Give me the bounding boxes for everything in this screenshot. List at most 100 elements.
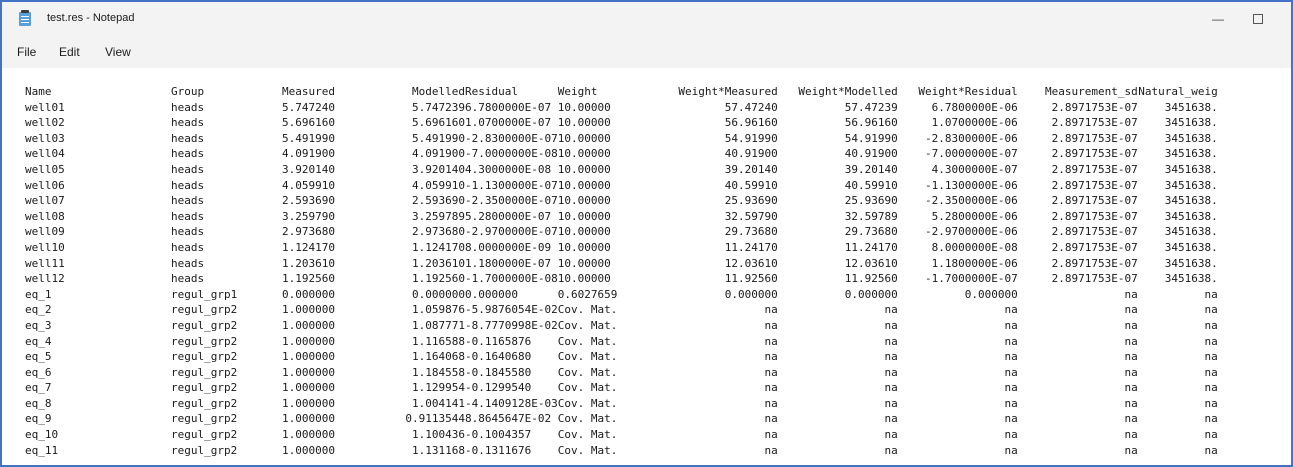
table-cell: heads bbox=[171, 178, 205, 192]
column-header: Weight*Measured bbox=[678, 85, 778, 98]
column-header: Natural_weig bbox=[1138, 85, 1218, 98]
table-cell: na bbox=[1204, 350, 1218, 364]
table-cell: eq_9 bbox=[25, 412, 52, 426]
window-title: test.res - Notepad bbox=[47, 12, 135, 24]
table-cell: 3451638. bbox=[1164, 194, 1218, 208]
table-cell: -1.1300000E-06 bbox=[925, 178, 1018, 192]
table-cell: 5.2800000E-07 bbox=[465, 209, 552, 223]
table-cell: 1.000000 bbox=[282, 396, 335, 410]
table-cell: regul_grp2 bbox=[171, 365, 238, 379]
table-cell: 10.00000 bbox=[557, 272, 611, 286]
menu-file[interactable]: File bbox=[17, 45, 36, 59]
file-content: Name Group Measured Modelled Residual Weight W… bbox=[25, 84, 1218, 458]
table-cell: 8.8645647E-02 bbox=[465, 412, 552, 426]
table-cell: 2.8971753E-07 bbox=[1051, 240, 1138, 254]
table-row: well05 heads 3.920140 3.920140 4.3000000E-08… bbox=[25, 162, 1218, 178]
table-cell: na bbox=[1124, 287, 1138, 301]
table-cell: 1.1800000E-07 bbox=[465, 256, 552, 270]
table-cell: 1.100436 bbox=[412, 428, 465, 442]
table-cell: 25.93690 bbox=[844, 194, 898, 208]
table-cell: na bbox=[1124, 396, 1138, 410]
table-cell: 3451638. bbox=[1164, 272, 1218, 286]
table-cell: 1.131168 bbox=[412, 443, 465, 457]
column-header: Weight*Modelled bbox=[798, 85, 898, 98]
table-cell: na bbox=[1124, 334, 1138, 348]
table-cell: 3451638. bbox=[1164, 240, 1218, 254]
table-cell: -5.9876054E-02 bbox=[465, 303, 558, 317]
table-cell: 11.92560 bbox=[844, 272, 898, 286]
table-cell: heads bbox=[171, 147, 205, 161]
table-cell: na bbox=[764, 412, 778, 426]
table-cell: 1.000000 bbox=[282, 334, 335, 348]
table-cell: 2.8971753E-07 bbox=[1051, 225, 1138, 239]
table-cell: 57.47239 bbox=[844, 100, 898, 114]
table-cell: 10.00000 bbox=[557, 225, 611, 239]
table-cell: heads bbox=[171, 256, 205, 270]
table-cell: 2.973680 bbox=[282, 225, 335, 239]
table-cell: Cov. Mat. bbox=[557, 396, 618, 410]
table-cell: -8.7770998E-02 bbox=[465, 318, 558, 332]
table-row: well04 heads 4.091900 4.091900 -7.0000000E-0… bbox=[25, 146, 1218, 162]
table-cell: -0.1299540 bbox=[465, 381, 532, 395]
table-cell: na bbox=[1004, 318, 1018, 332]
table-cell: Cov. Mat. bbox=[557, 443, 618, 457]
table-cell: na bbox=[1124, 381, 1138, 395]
table-cell: na bbox=[1204, 412, 1218, 426]
table-cell: na bbox=[1124, 443, 1138, 457]
table-cell: Cov. Mat. bbox=[557, 381, 618, 395]
column-header: Group bbox=[171, 85, 205, 98]
table-cell: well12 bbox=[25, 272, 65, 286]
table-cell: 40.91900 bbox=[844, 147, 898, 161]
table-cell: 2.8971753E-07 bbox=[1051, 209, 1138, 223]
table-cell: na bbox=[1124, 318, 1138, 332]
table-cell: regul_grp2 bbox=[171, 334, 238, 348]
table-cell: well01 bbox=[25, 100, 65, 114]
table-row: eq_8 regul_grp2 1.000000 1.004141 -4.1409128… bbox=[25, 396, 1218, 412]
text-editor-area[interactable]: Name Group Measured Modelled Residual Weight W… bbox=[2, 68, 1291, 465]
table-cell: 3.920140 bbox=[412, 162, 465, 176]
table-cell: 1.000000 bbox=[282, 318, 335, 332]
table-cell: 3451638. bbox=[1164, 100, 1218, 114]
table-cell: na bbox=[1004, 303, 1018, 317]
table-cell: eq_8 bbox=[25, 396, 52, 410]
table-cell: na bbox=[1204, 334, 1218, 348]
table-cell: 2.8971753E-07 bbox=[1051, 116, 1138, 130]
header-row: Name Group Measured Modelled Residual Weight W… bbox=[25, 84, 1218, 100]
menu-edit[interactable]: Edit bbox=[59, 45, 80, 59]
table-cell: -2.8300000E-06 bbox=[925, 131, 1018, 145]
table-row: well03 heads 5.491990 5.491990 -2.8300000E-0… bbox=[25, 131, 1218, 147]
table-cell: 40.59910 bbox=[844, 178, 898, 192]
table-cell: regul_grp2 bbox=[171, 412, 238, 426]
table-cell: 3451638. bbox=[1164, 116, 1218, 130]
table-cell: na bbox=[884, 318, 898, 332]
table-cell: 10.00000 bbox=[557, 116, 611, 130]
table-row: well02 heads 5.696160 5.696160 1.0700000E-07… bbox=[25, 115, 1218, 131]
table-cell: 57.47240 bbox=[724, 100, 778, 114]
table-cell: regul_grp2 bbox=[171, 303, 238, 317]
table-cell: -1.7000000E-08 bbox=[465, 272, 558, 286]
minimize-button[interactable]: — bbox=[1198, 8, 1238, 30]
table-cell: 2.8971753E-07 bbox=[1051, 272, 1138, 286]
table-cell: regul_grp2 bbox=[171, 350, 238, 364]
column-header: Residual bbox=[465, 85, 518, 98]
table-cell: 25.93690 bbox=[724, 194, 778, 208]
table-cell: 39.20140 bbox=[844, 162, 898, 176]
table-cell: 2.8971753E-07 bbox=[1051, 100, 1138, 114]
maximize-button[interactable] bbox=[1238, 8, 1278, 30]
table-cell: 3.920140 bbox=[282, 162, 335, 176]
table-cell: na bbox=[884, 365, 898, 379]
column-header: Name bbox=[25, 85, 52, 98]
table-cell: Cov. Mat. bbox=[557, 303, 618, 317]
table-cell: well03 bbox=[25, 131, 65, 145]
menu-view[interactable]: View bbox=[105, 45, 131, 59]
table-cell: 6.7800000E-07 bbox=[465, 100, 552, 114]
table-cell: 1.184558 bbox=[412, 365, 465, 379]
table-row: eq_1 regul_grp1 0.000000 0.000000 0.000000 0.… bbox=[25, 287, 1218, 303]
table-cell: 1.000000 bbox=[282, 381, 335, 395]
table-cell: well02 bbox=[25, 116, 65, 130]
table-cell: 3451638. bbox=[1164, 131, 1218, 145]
notepad-icon bbox=[19, 10, 31, 26]
table-cell: -2.3500000E-06 bbox=[925, 194, 1018, 208]
table-cell: na bbox=[884, 334, 898, 348]
table-cell: 1.004141 bbox=[412, 396, 465, 410]
